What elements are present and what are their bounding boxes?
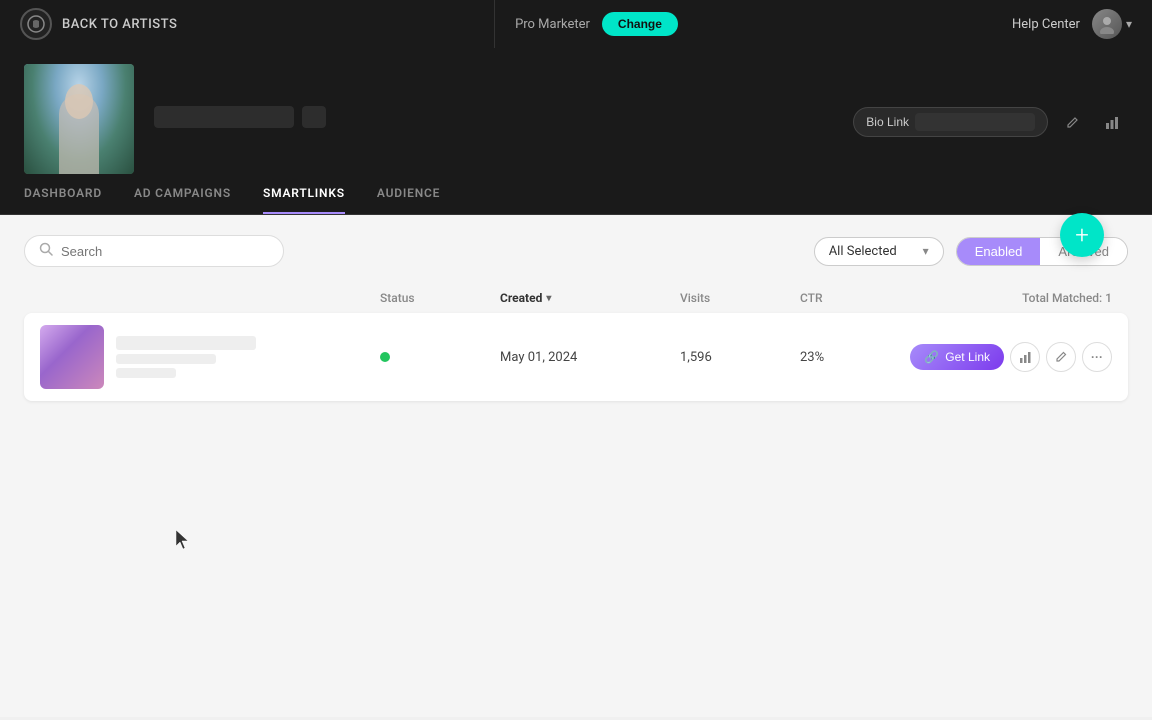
bio-link-button[interactable]: Bio Link: [853, 107, 1048, 137]
created-label: Created: [500, 291, 542, 305]
main-content: + All Selected ▾ Enabled Archived: [0, 215, 1152, 717]
row-actions: 🔗 Get Link ···: [900, 342, 1112, 372]
artist-badge: [302, 106, 326, 128]
toolbar: All Selected ▾ Enabled Archived: [24, 235, 1128, 267]
table-row: May 01, 2024 1,596 23% 🔗 Get Link ···: [24, 313, 1128, 401]
stats-button[interactable]: [1096, 107, 1128, 139]
edit-artist-button[interactable]: [1056, 107, 1088, 139]
bio-link-label: Bio Link: [866, 115, 909, 129]
get-link-button[interactable]: 🔗 Get Link: [910, 344, 1004, 370]
nav-divider: [494, 0, 495, 48]
artist-name-row: [154, 106, 833, 128]
top-navigation: BACK TO ARTISTS Pro Marketer Change Help…: [0, 0, 1152, 48]
user-avatar: [1092, 9, 1122, 39]
help-center-link[interactable]: Help Center: [1012, 17, 1080, 32]
status-label: Status: [380, 291, 415, 305]
link-status: [380, 352, 500, 362]
link-ctr: 23%: [800, 350, 900, 365]
sort-arrow-icon: ▾: [546, 293, 551, 304]
artist-photo: [24, 64, 134, 174]
tabs-bar: DASHBOARD AD CAMPAIGNS SMARTLINKS AUDIEN…: [0, 174, 1152, 215]
status-active-indicator: [380, 352, 390, 362]
all-selected-dropdown[interactable]: All Selected ▾: [814, 237, 944, 266]
link-chain-icon: 🔗: [924, 350, 939, 364]
bio-link-value: [915, 113, 1035, 131]
search-input[interactable]: [61, 244, 269, 259]
ctr-label: CTR: [800, 291, 823, 305]
link-visits: 1,596: [680, 350, 800, 365]
link-url-blurred: [116, 368, 176, 378]
col-header-ctr: CTR: [800, 291, 900, 305]
col-header-name: [40, 291, 380, 305]
col-header-status: Status: [380, 291, 500, 305]
visits-label: Visits: [680, 291, 710, 305]
search-box[interactable]: [24, 235, 284, 267]
create-smartlink-button[interactable]: +: [1060, 213, 1104, 257]
pro-marketer-label: Pro Marketer: [515, 17, 590, 32]
artist-name: [154, 106, 294, 128]
logo-icon: [20, 8, 52, 40]
link-edit-button[interactable]: [1046, 342, 1076, 372]
back-to-artists-link[interactable]: BACK TO ARTISTS: [62, 17, 177, 32]
link-subtitle-blurred: [116, 354, 216, 364]
dropdown-chevron-icon: ▾: [923, 244, 929, 258]
col-header-created[interactable]: Created ▾: [500, 291, 680, 305]
plus-icon: +: [1075, 223, 1089, 247]
change-plan-button[interactable]: Change: [602, 12, 678, 36]
tab-ad-campaigns[interactable]: AD CAMPAIGNS: [134, 174, 231, 214]
nav-center: Pro Marketer Change: [515, 12, 678, 36]
table-header: Status Created ▾ Visits CTR Total Matche…: [24, 283, 1128, 313]
link-info: [40, 325, 380, 389]
chevron-down-icon: ▾: [1126, 17, 1132, 31]
user-menu[interactable]: ▾: [1092, 9, 1132, 39]
tab-dashboard[interactable]: DASHBOARD: [24, 174, 102, 214]
tab-audience[interactable]: AUDIENCE: [377, 174, 440, 214]
get-link-label: Get Link: [945, 350, 990, 364]
col-header-visits: Visits: [680, 291, 800, 305]
total-matched: Total Matched: 1: [900, 291, 1112, 305]
link-more-options-button[interactable]: ···: [1082, 342, 1112, 372]
link-thumbnail: [40, 325, 104, 389]
all-selected-label: All Selected: [829, 244, 897, 259]
link-created-date: May 01, 2024: [500, 350, 680, 365]
tab-smartlinks[interactable]: SMARTLINKS: [263, 174, 345, 214]
nav-right: Help Center ▾: [678, 9, 1132, 39]
link-name-blurred: [116, 336, 256, 350]
link-stats-button[interactable]: [1010, 342, 1040, 372]
search-icon: [39, 242, 53, 260]
link-name-block: [116, 336, 380, 378]
nav-left: BACK TO ARTISTS: [20, 8, 474, 40]
artist-header: Bio Link: [0, 48, 1152, 174]
enabled-filter-button[interactable]: Enabled: [957, 238, 1041, 265]
artist-actions: Bio Link: [853, 99, 1128, 139]
